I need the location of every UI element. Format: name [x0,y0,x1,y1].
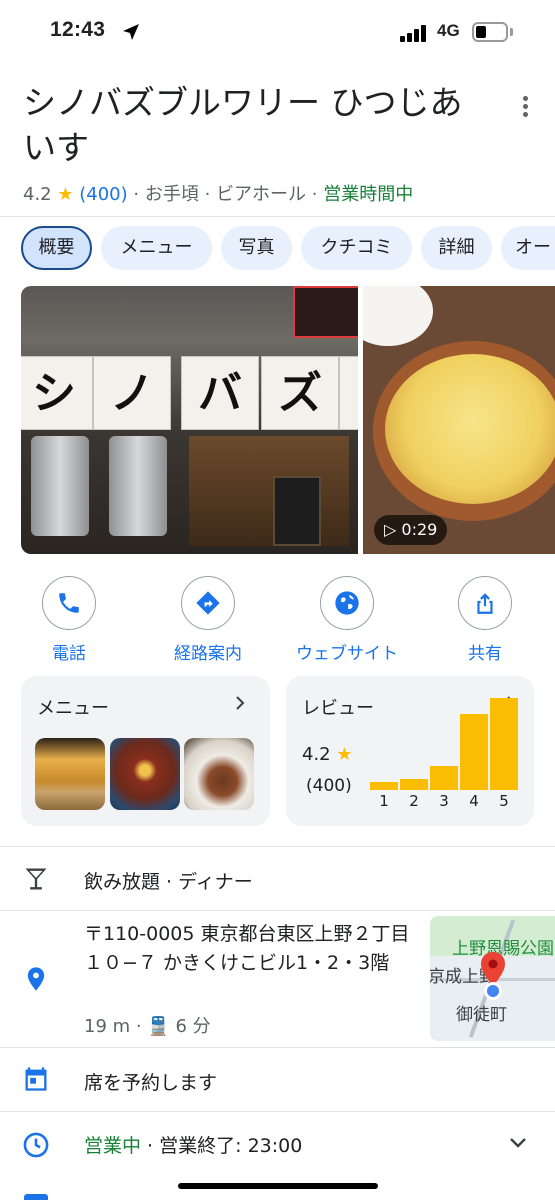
battery-cap [510,28,513,36]
phone-icon [59,593,79,613]
video-duration-badge: ▷ 0:29 [374,515,448,545]
gratin-cheese [385,354,555,504]
side-plate [363,286,433,346]
status-bar: 12:43 4G [0,0,555,68]
red-pin-icon [481,952,505,986]
noren-curtain: ズ [261,356,339,430]
map-label-okachimachi: 御徒町 [456,1005,507,1025]
place-category[interactable]: ビアホール [216,184,306,205]
address-text[interactable]: 〒110-0005 東京都台東区上野２丁目１０−７ かきくけこビル1・2・3階 [84,920,414,978]
menu-photo-beef[interactable] [110,738,180,810]
tab-reviews[interactable]: クチコミ [301,226,412,270]
map-pin-icon [27,967,45,991]
call-button[interactable]: 電話 [14,576,124,664]
menu-card[interactable]: メニュー [21,676,270,826]
call-label: 電話 [52,644,86,664]
review-count: (400) [306,776,352,796]
meta-separator: · [311,184,318,205]
rating-bar-2 [400,779,428,790]
globe-icon [335,591,359,615]
directions-icon [196,591,220,615]
share-button[interactable]: 共有 [430,576,540,664]
menu-photo-beer[interactable] [35,738,105,810]
review-score: 4.2 ★ [302,744,353,765]
address-distance: 19 m · 🚆 6 分 [84,1016,211,1037]
status-time: 12:43 [50,18,106,41]
rating-bar-label: 2 [409,792,419,810]
tab-menu[interactable]: メニュー [101,226,212,270]
meta-separator: · [204,184,211,205]
share-label: 共有 [468,644,502,664]
price-level: お手頃 [144,184,199,205]
network-type: 4G [437,21,460,40]
rating-value: 4.2 [23,184,52,205]
home-indicator[interactable] [178,1183,378,1189]
place-title: シノバズブルワリー ひつじあいす [23,83,463,167]
menu-card-title: メニュー [37,698,109,719]
location-arrow-icon [123,24,139,40]
dish-video-thumbnail[interactable] [363,286,555,554]
reserve-row[interactable]: 席を予約します [0,1048,555,1110]
neon-sign [293,286,358,338]
service-options-row[interactable]: 飲み放題 · ディナー [0,847,555,909]
divider [0,216,555,217]
storefront-photo[interactable]: シ ノ バ ズ ブ [21,286,358,554]
star-icon: ★ [336,744,353,765]
noren-curtain: バ [181,356,259,430]
service-options-text: 飲み放題 · ディナー [84,871,253,893]
tab-overview[interactable]: 概要 [21,226,92,270]
star-icon: ★ [57,184,74,205]
website-label: ウェブサイト [296,644,398,664]
transit-time: 6 分 [175,1016,211,1037]
review-card[interactable]: レビュー 4.2 ★ (400) 1 2 3 4 5 [286,676,534,826]
brew-tank [31,436,89,536]
calendar-icon [25,1067,47,1091]
clock-icon [23,1132,49,1158]
hours-text: 営業中 · 営業終了: 23:00 [84,1135,303,1157]
rating-bar-label: 3 [439,792,449,810]
tab-details[interactable]: 詳細 [421,226,492,270]
review-rating: 4.2 [302,744,331,765]
next-row-icon [24,1194,48,1200]
rating-bar-label: 5 [499,792,509,810]
share-icon [477,593,493,614]
chalk-sign [273,476,321,546]
meta-separator: · [133,184,140,205]
menu-photo-ribs[interactable] [184,738,254,810]
tab-photos[interactable]: 写真 [221,226,292,270]
brew-tank [109,436,167,536]
open-status: 営業時間中 [323,184,414,205]
directions-button[interactable]: 経路案内 [153,576,263,664]
battery-icon [472,22,508,42]
signal-icon [400,24,428,42]
noren-curtain: シ [21,356,93,430]
walking-distance: 19 m [84,1016,131,1037]
rating-bar-1 [370,782,398,790]
place-meta: 4.2 ★ (400) · お手頃 · ビアホール · 営業時間中 [23,180,413,206]
hours-status: 営業中 [84,1135,142,1157]
rating-bar-label: 4 [469,792,479,810]
rating-bar-3 [430,766,458,790]
more-options-icon[interactable] [521,96,529,118]
tab-more[interactable]: オー [501,226,555,270]
website-button[interactable]: ウェブサイト [292,576,402,664]
shop-window [189,436,349,546]
mini-map[interactable]: 上野恩賜公園 京成上野 御徒町 [430,916,555,1041]
cocktail-glass-icon [25,868,47,890]
rating-bar-5 [490,698,518,790]
my-location-dot [484,982,502,1000]
closing-time: 営業終了: 23:00 [159,1135,303,1157]
noren-curtain: ノ [93,356,171,430]
review-count-link[interactable]: (400) [79,184,127,205]
rating-bar-4 [460,714,488,790]
chevron-down-icon[interactable] [509,1137,527,1149]
chevron-right-icon [236,696,245,710]
rating-bar-label: 1 [379,792,389,810]
noren-curtain: ブ [339,356,358,430]
reserve-text: 席を予約します [84,1072,218,1094]
directions-label: 経路案内 [174,644,242,664]
review-card-title: レビュー [302,698,374,719]
train-icon: 🚆 [147,1016,170,1037]
